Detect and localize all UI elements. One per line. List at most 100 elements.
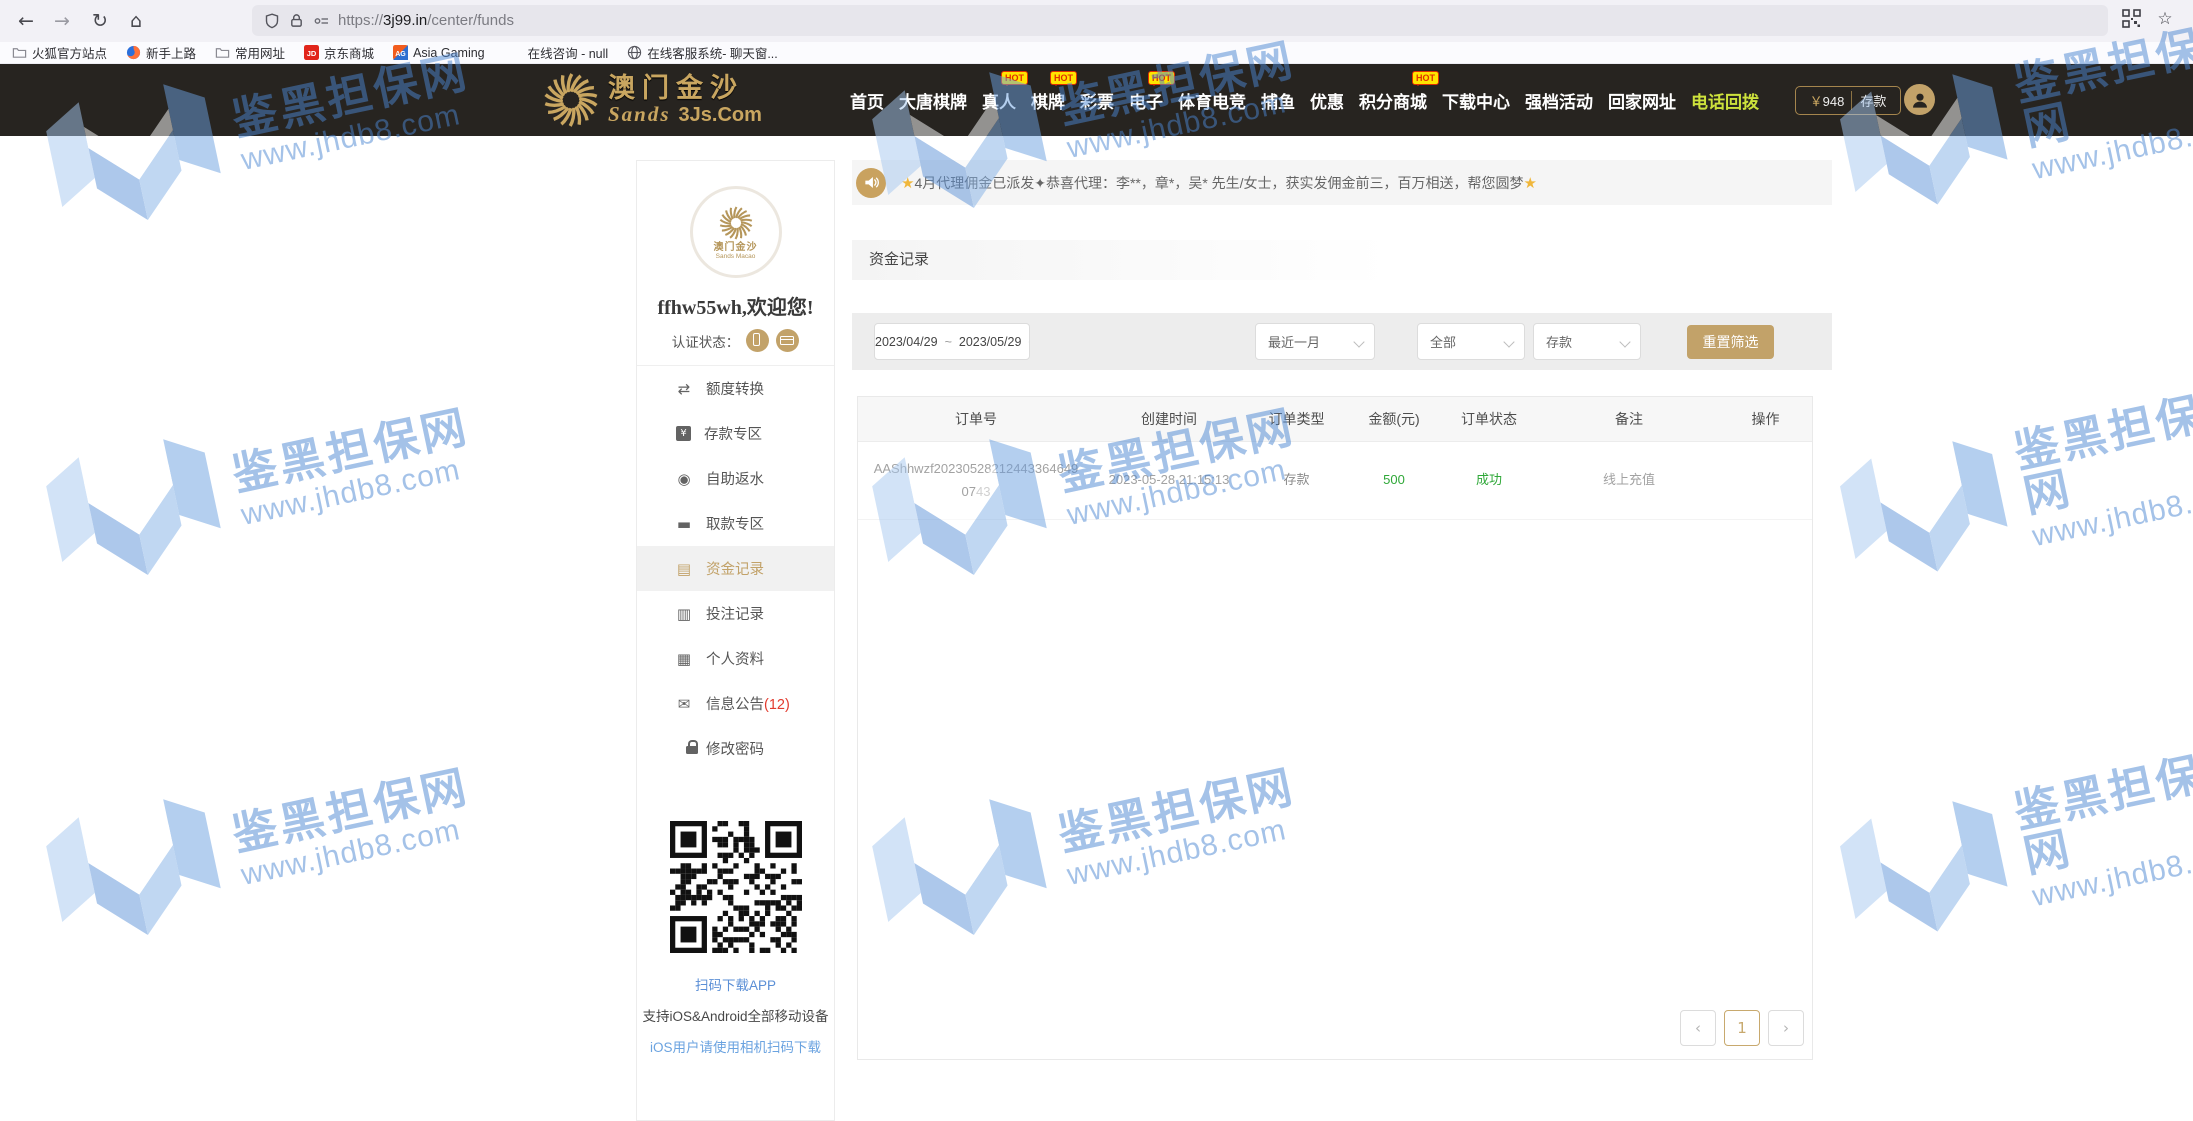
withdraw-card-icon: ▬ bbox=[675, 515, 693, 533]
pagination: ‹ 1 › bbox=[1680, 1010, 1804, 1046]
url-bar[interactable]: https://3j99.in/center/funds bbox=[252, 5, 2108, 36]
welcome-text: ffhw55wh,欢迎您! bbox=[637, 291, 834, 320]
nav-item-home[interactable]: 首页 bbox=[850, 88, 884, 113]
page-title: 资金记录 bbox=[852, 240, 1832, 280]
nav-item-live[interactable]: 真人HOT bbox=[982, 88, 1016, 113]
bookmark-online-consult[interactable]: 在线咨询 - null bbox=[528, 43, 609, 62]
menu-item-messages[interactable]: ✉信息公告(12) bbox=[637, 681, 834, 726]
page-1-button[interactable]: 1 bbox=[1724, 1010, 1760, 1046]
bankcard-verified-icon bbox=[776, 329, 799, 352]
user-avatar-button[interactable] bbox=[1904, 84, 1935, 115]
deposit-icon: ¥ bbox=[676, 426, 691, 441]
nav-item-home-url[interactable]: 回家网址 bbox=[1608, 88, 1676, 113]
hot-badge: HOT bbox=[1001, 71, 1028, 85]
calendar-icon bbox=[1028, 335, 1029, 349]
nav-item-datang-chess[interactable]: 大唐棋牌 bbox=[899, 88, 967, 113]
reload-icon[interactable]: ↻ bbox=[84, 0, 116, 42]
phone-verified-icon bbox=[746, 329, 769, 352]
menu-item-change-password[interactable]: 修改密码 bbox=[637, 726, 834, 771]
bookmark-firefox-official[interactable]: 火狐官方站点 bbox=[12, 43, 107, 62]
nav-item-lottery[interactable]: 彩票 bbox=[1080, 88, 1114, 113]
bookmark-asia-gaming[interactable]: AG Asia Gaming bbox=[393, 45, 485, 60]
period-select[interactable]: 最近一月 bbox=[1255, 323, 1375, 360]
menu-item-withdraw-zone[interactable]: ▬取款专区 bbox=[637, 501, 834, 546]
col-type: 订单类型 bbox=[1244, 409, 1349, 429]
funds-record-icon: ▤ bbox=[675, 560, 693, 578]
auth-status-label: 认证状态： bbox=[672, 331, 740, 351]
watermark-title: 鉴黑担保网 bbox=[228, 763, 472, 857]
type-select[interactable]: 存款 bbox=[1533, 323, 1641, 360]
jd-icon: JD bbox=[304, 45, 319, 60]
qr-download-link[interactable]: 扫码下载APP bbox=[637, 974, 834, 994]
nav-item-events[interactable]: 强档活动 bbox=[1525, 88, 1593, 113]
qr-support-text: 支持iOS&Android全部移动设备 bbox=[637, 1005, 834, 1025]
announcement-bar: ★4月代理佣金已派发✦恭喜代理：李**，章*，吴* 先生/女士，获实发佣金前三，… bbox=[852, 160, 1832, 205]
date-range-input[interactable]: 2023/04/29 ~ 2023/05/29 bbox=[874, 323, 1030, 360]
next-page-button[interactable]: › bbox=[1768, 1010, 1804, 1046]
home-icon[interactable]: ⌂ bbox=[120, 0, 152, 42]
forward-icon[interactable]: → bbox=[46, 0, 78, 42]
main-nav: 首页 大唐棋牌 真人HOT 棋牌HOT 彩票 电子HOT 体育电竞 捕鱼 优惠 … bbox=[850, 64, 1759, 136]
cell-created: 2023-05-28 21:15:13 bbox=[1094, 469, 1244, 491]
logo-domain-text: 3Js.Com bbox=[679, 105, 762, 125]
transfer-icon: ⇄ bbox=[675, 380, 693, 398]
deposit-link[interactable]: 存款 bbox=[1851, 91, 1886, 110]
qr-scan-icon[interactable] bbox=[2118, 9, 2144, 33]
folder-icon bbox=[215, 45, 230, 60]
permissions-icon[interactable] bbox=[313, 14, 329, 28]
rebate-icon: ◉ bbox=[675, 470, 693, 488]
prev-page-button[interactable]: ‹ bbox=[1680, 1010, 1716, 1046]
bookmark-jd-mall[interactable]: JD 京东商城 bbox=[304, 43, 374, 62]
nav-item-phone-callback[interactable]: 电话回拨 bbox=[1691, 88, 1759, 113]
col-remark: 备注 bbox=[1539, 409, 1719, 429]
speaker-icon[interactable] bbox=[856, 168, 886, 198]
nav-item-chess[interactable]: 棋牌HOT bbox=[1031, 88, 1065, 113]
menu-item-quota-transfer[interactable]: ⇄额度转换 bbox=[637, 366, 834, 411]
chevron-down-icon bbox=[1619, 336, 1630, 347]
menu-item-bet-record[interactable]: ▥投注记录 bbox=[637, 591, 834, 636]
nav-item-download-center[interactable]: 下载中心 bbox=[1442, 88, 1510, 113]
reset-filter-button[interactable]: 重置筛选 bbox=[1687, 325, 1774, 359]
funds-table: 订单号 创建时间 订单类型 金额(元) 订单状态 备注 操作 AAShhwzf2… bbox=[857, 396, 1813, 1060]
bet-record-icon: ▥ bbox=[675, 605, 693, 623]
cell-order-no: AAShhwzf202305282124433646490743 bbox=[858, 458, 1094, 502]
nav-item-slots[interactable]: 电子HOT bbox=[1129, 88, 1163, 113]
watermark-title: 鉴黑担保网 bbox=[228, 403, 472, 497]
back-icon[interactable]: ← bbox=[10, 0, 42, 42]
cell-amount: 500 bbox=[1349, 469, 1439, 491]
menu-item-self-rebate[interactable]: ◉自助返水 bbox=[637, 456, 834, 501]
menu-item-funds-record[interactable]: ▤资金记录 bbox=[637, 546, 834, 591]
unread-count-badge: (12) bbox=[764, 697, 790, 713]
user-avatar: 澳门金沙 Sands Macao bbox=[690, 186, 782, 278]
bookmark-getting-started[interactable]: 新手上路 bbox=[126, 43, 196, 62]
site-logo[interactable]: 澳门金沙 Sands 3Js.Com bbox=[542, 71, 762, 129]
chevron-down-icon bbox=[1503, 336, 1514, 347]
bookmark-common-sites[interactable]: 常用网址 bbox=[215, 43, 285, 62]
bookmark-cs-system[interactable]: 在线客服系统- 聊天窗... bbox=[627, 43, 778, 62]
col-amount: 金额(元) bbox=[1349, 409, 1439, 429]
menu-item-deposit-zone[interactable]: ¥存款专区 bbox=[637, 411, 834, 456]
nav-item-fishing[interactable]: 捕鱼 bbox=[1261, 88, 1295, 113]
balance-box[interactable]: ￥948 存款 bbox=[1795, 86, 1901, 115]
menu-item-profile[interactable]: ▦个人资料 bbox=[637, 636, 834, 681]
avatar-logo-en: Sands Macao bbox=[716, 254, 756, 261]
ag-icon: AG bbox=[393, 45, 408, 60]
watermark: 鉴黑担保网 www.jhdb8.com bbox=[32, 371, 486, 602]
watermark-url: www.jhdb8.com bbox=[2030, 475, 2193, 552]
nav-item-sports-esports[interactable]: 体育电竞 bbox=[1178, 88, 1246, 113]
sidebar-menu: ⇄额度转换 ¥存款专区 ◉自助返水 ▬取款专区 ▤资金记录 ▥投注记录 ▦个人资… bbox=[637, 366, 834, 771]
app-download-section: 扫码下载APP 支持iOS&Android全部移动设备 iOS用户请使用相机扫码… bbox=[637, 821, 834, 1056]
lock-icon bbox=[289, 13, 304, 28]
nav-item-promotions[interactable]: 优惠 bbox=[1310, 88, 1344, 113]
cell-remark: 线上充值 bbox=[1539, 469, 1719, 491]
firefox-icon bbox=[126, 45, 141, 60]
bookmark-star-icon[interactable]: ☆ bbox=[2152, 9, 2178, 33]
filter-bar: 2023/04/29 ~ 2023/05/29 最近一月 全部 存款 重置筛选 bbox=[852, 313, 1832, 370]
col-created: 创建时间 bbox=[1094, 409, 1244, 429]
category-select[interactable]: 全部 bbox=[1417, 323, 1525, 360]
nav-item-points-mall[interactable]: 积分商城HOT bbox=[1359, 88, 1427, 113]
qr-ios-hint-link[interactable]: iOS用户请使用相机扫码下载 bbox=[637, 1036, 834, 1056]
url-text: https://3j99.in/center/funds bbox=[338, 12, 514, 29]
table-row: AAShhwzf202305282124433646490743 2023-05… bbox=[858, 442, 1812, 520]
watermark-url: www.jhdb8.com bbox=[2030, 835, 2193, 912]
